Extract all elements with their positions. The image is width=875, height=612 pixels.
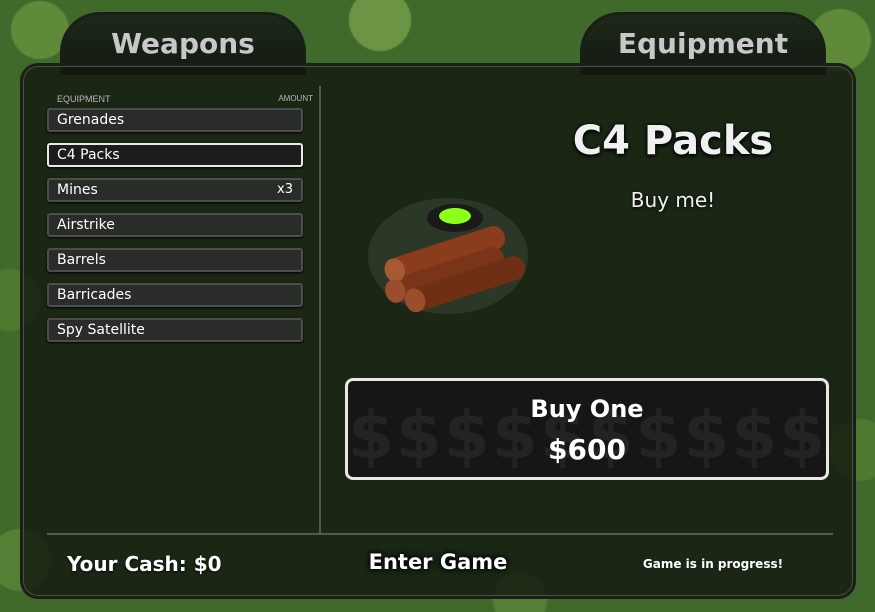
enter-game-button[interactable]: Enter Game xyxy=(353,550,523,574)
horizontal-divider xyxy=(47,533,833,535)
list-item-spy-satellite[interactable]: Spy Satellite xyxy=(47,318,303,342)
list-item-label: Grenades xyxy=(57,112,125,128)
shop-panel: EQUIPMENT AMOUNT Grenades C4 Packs Mines… xyxy=(20,63,856,599)
buy-one-button[interactable]: $$$$$$$$$$$ Buy One $600 xyxy=(345,378,829,480)
item-title: C4 Packs xyxy=(572,118,774,164)
list-item-barricades[interactable]: Barricades xyxy=(47,283,303,307)
list-header-amount: AMOUNT xyxy=(278,94,313,103)
buy-price: $600 xyxy=(548,433,626,466)
list-item-grenades[interactable]: Grenades xyxy=(47,108,303,132)
list-item-label: C4 Packs xyxy=(57,147,120,163)
vertical-divider xyxy=(319,86,321,534)
list-header: EQUIPMENT AMOUNT xyxy=(57,94,313,104)
list-item-mines[interactable]: Mines x3 xyxy=(47,178,303,202)
list-item-label: Barrels xyxy=(57,252,106,268)
cash-display: Your Cash: $0 xyxy=(67,552,222,576)
list-item-c4-packs[interactable]: C4 Packs xyxy=(47,143,303,167)
list-item-label: Spy Satellite xyxy=(57,322,145,338)
equipment-list: Grenades C4 Packs Mines x3 Airstrike Bar… xyxy=(47,108,303,353)
c4-pack-icon xyxy=(368,198,528,314)
item-subtitle: Buy me! xyxy=(630,188,716,212)
buy-label: Buy One xyxy=(530,395,644,423)
list-header-label: EQUIPMENT xyxy=(57,94,111,104)
list-item-label: Airstrike xyxy=(57,217,115,233)
list-item-qty: x3 xyxy=(277,182,293,197)
list-item-airstrike[interactable]: Airstrike xyxy=(47,213,303,237)
list-item-barrels[interactable]: Barrels xyxy=(47,248,303,272)
list-item-label: Mines xyxy=(57,182,98,198)
game-status: Game is in progress! xyxy=(642,557,784,571)
list-item-label: Barricades xyxy=(57,287,132,303)
